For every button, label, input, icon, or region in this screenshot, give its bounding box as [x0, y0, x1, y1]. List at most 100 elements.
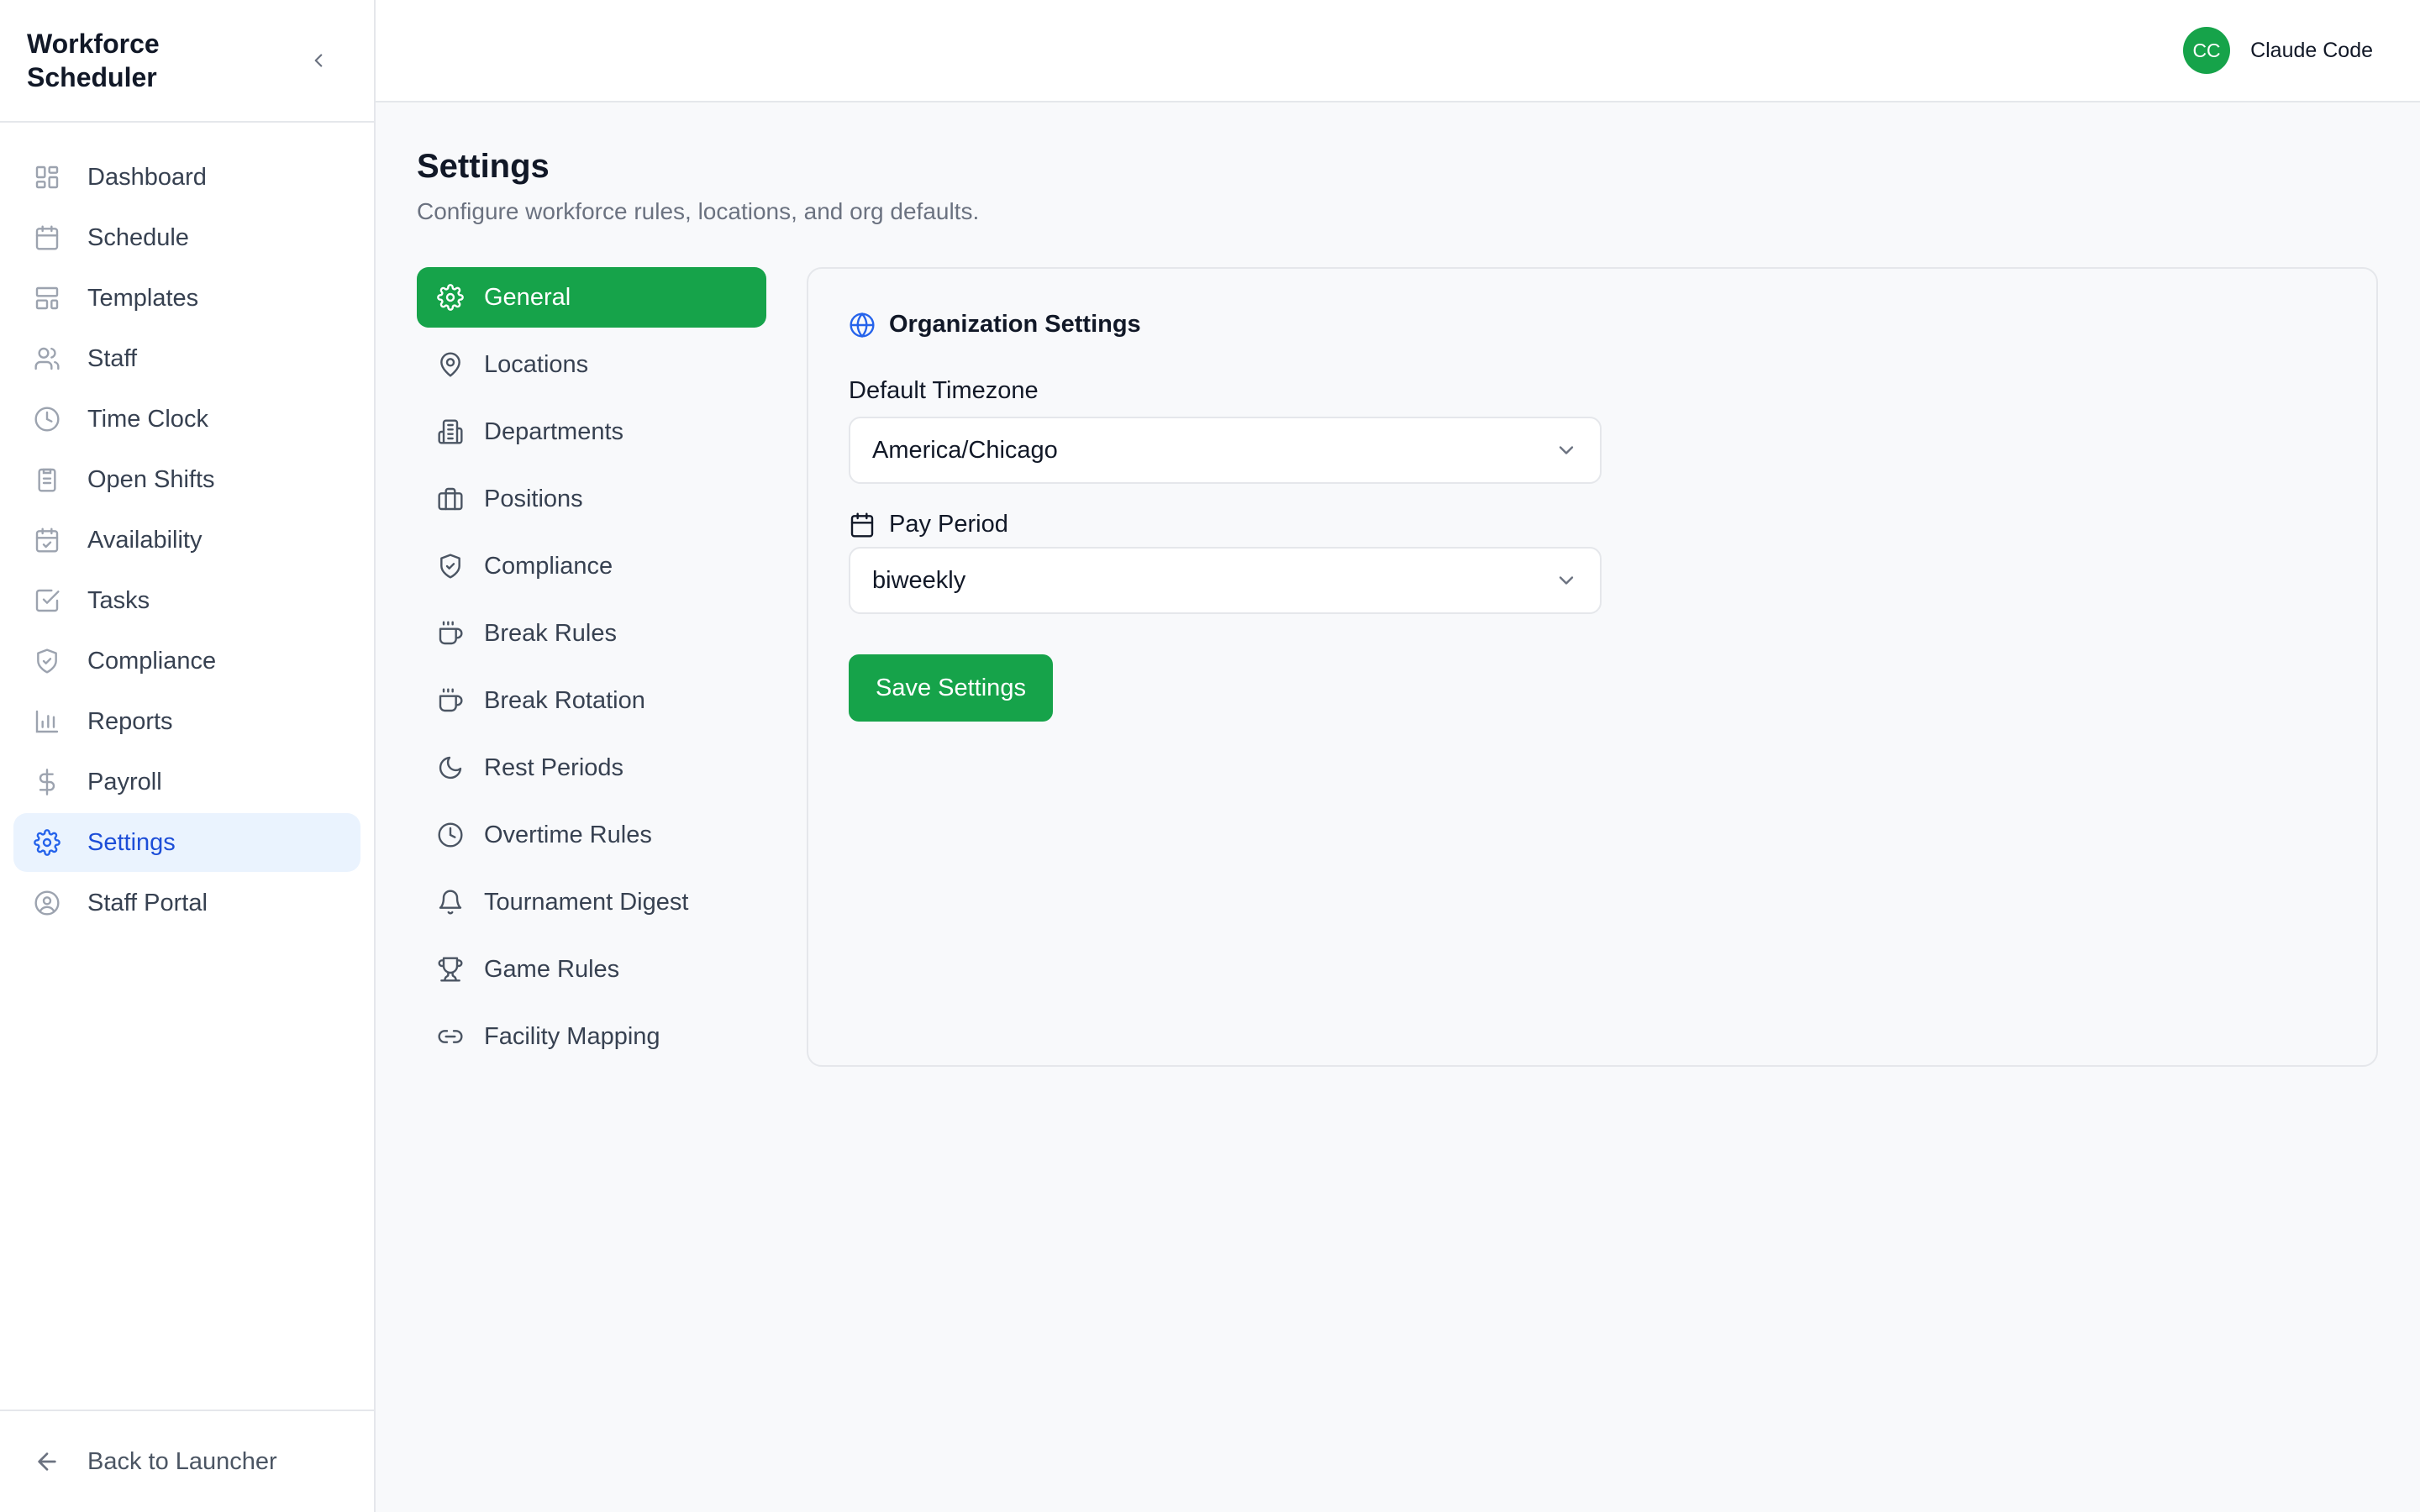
calendar-icon	[850, 512, 874, 538]
sidebar-item-schedule[interactable]: Schedule	[13, 208, 360, 267]
checkbox-icon	[35, 589, 60, 612]
sidebar-item-label: Settings	[87, 828, 176, 856]
sidebar-item-label: Staff	[87, 344, 138, 372]
sidebar-item-label: Compliance	[87, 647, 217, 675]
bar-chart-icon	[35, 710, 59, 733]
settings-tab-rest-periods[interactable]: Rest Periods	[417, 738, 766, 798]
users-icon	[34, 347, 60, 370]
settings-tab-label: Locations	[484, 350, 589, 378]
sidebar-item-time-clock[interactable]: Time Clock	[13, 390, 360, 449]
sidebar-item-payroll[interactable]: Payroll	[13, 753, 360, 811]
chevron-left-icon	[314, 54, 323, 67]
coffee-icon	[439, 688, 463, 712]
timezone-label-text: Default Timezone	[849, 377, 1039, 404]
templates-icon	[35, 286, 59, 310]
card-title: Organization Settings	[889, 311, 1141, 338]
clock-icon	[438, 822, 463, 848]
clipboard-icon	[38, 468, 56, 492]
sidebar-item-label: Payroll	[87, 768, 162, 795]
dollar-icon	[39, 769, 55, 795]
settings-tab-facility-mapping[interactable]: Facility Mapping	[417, 1006, 766, 1067]
settings-tab-label: Departments	[484, 417, 624, 445]
sidebar-item-label: Availability	[87, 526, 203, 554]
briefcase-icon	[438, 487, 463, 511]
settings-tab-label: Rest Periods	[484, 753, 624, 781]
card-header: Organization Settings	[849, 311, 2336, 339]
avatar: CC	[2183, 27, 2231, 74]
settings-tab-break-rules[interactable]: Break Rules	[417, 603, 766, 664]
building-icon	[438, 419, 463, 444]
back-to-launcher-button[interactable]: Back to Launcher	[0, 1410, 374, 1512]
sidebar-item-label: Schedule	[87, 223, 189, 251]
sidebar-item-compliance[interactable]: Compliance	[13, 632, 360, 690]
settings-tab-overtime-rules[interactable]: Overtime Rules	[417, 805, 766, 865]
sidebar-item-settings[interactable]: Settings	[13, 813, 360, 872]
sidebar-item-templates[interactable]: Templates	[13, 269, 360, 328]
sidebar-item-label: Dashboard	[87, 163, 207, 191]
timezone-select[interactable]: America/Chicago	[849, 417, 1602, 484]
settings-tab-label: General	[484, 283, 571, 311]
settings-tab-label: Break Rotation	[484, 686, 645, 714]
back-to-launcher-label: Back to Launcher	[87, 1447, 277, 1475]
sidebar-nav: Dashboard Schedule Templates Staff Time …	[0, 123, 374, 932]
sidebar-item-staff[interactable]: Staff	[13, 329, 360, 388]
gear-icon	[34, 829, 60, 856]
pay-period-label-text: Pay Period	[889, 511, 1008, 538]
main-content: Settings Configure workforce rules, loca…	[417, 143, 2378, 1067]
clock-icon	[34, 407, 60, 432]
sidebar-item-tasks[interactable]: Tasks	[13, 571, 360, 630]
sidebar-item-reports[interactable]: Reports	[13, 692, 360, 751]
settings-tab-departments[interactable]: Departments	[417, 402, 766, 462]
moon-icon	[439, 756, 462, 780]
settings-tab-general[interactable]: General	[417, 267, 766, 328]
shield-icon	[37, 648, 57, 674]
bell-icon	[439, 890, 462, 915]
settings-tab-game-rules[interactable]: Game Rules	[417, 939, 766, 1000]
arrow-left-icon	[38, 1452, 56, 1471]
user-name: Claude Code	[2250, 38, 2373, 62]
save-settings-button[interactable]: Save Settings	[849, 654, 1053, 722]
chevron-down-icon	[1559, 446, 1574, 454]
settings-tab-label: Facility Mapping	[484, 1022, 660, 1050]
settings-tab-break-rotation[interactable]: Break Rotation	[417, 670, 766, 731]
pay-period-label: Pay Period	[849, 511, 2336, 538]
top-bar: CC Claude Code	[376, 0, 2420, 102]
sidebar-item-open-shifts[interactable]: Open Shifts	[13, 450, 360, 509]
dashboard-icon	[35, 165, 59, 189]
settings-tab-locations[interactable]: Locations	[417, 334, 766, 395]
settings-tab-label: Game Rules	[484, 955, 620, 983]
sidebar-item-label: Templates	[87, 284, 199, 312]
sidebar-item-label: Open Shifts	[87, 465, 215, 493]
sidebar-item-availability[interactable]: Availability	[13, 511, 360, 570]
settings-tab-tournament-digest[interactable]: Tournament Digest	[417, 872, 766, 932]
link-icon	[438, 1030, 463, 1043]
settings-tab-positions[interactable]: Positions	[417, 469, 766, 529]
timezone-select-value: America/Chicago	[872, 436, 1058, 464]
collapse-sidebar-button[interactable]	[300, 42, 337, 79]
calendar-check-icon	[35, 528, 59, 553]
settings-tab-compliance[interactable]: Compliance	[417, 536, 766, 596]
calendar-icon	[35, 225, 59, 250]
shield-check-icon	[440, 554, 460, 579]
settings-tab-label: Positions	[484, 485, 583, 512]
app-title: Workforce Scheduler	[27, 29, 160, 92]
sidebar-item-dashboard[interactable]: Dashboard	[13, 148, 360, 207]
map-pin-icon	[440, 352, 460, 377]
sidebar-item-label: Staff Portal	[87, 889, 208, 916]
pay-period-select-value: biweekly	[872, 566, 966, 594]
user-circle-icon	[34, 890, 60, 916]
sidebar-item-staff-portal[interactable]: Staff Portal	[13, 874, 360, 932]
chevron-down-icon	[1559, 576, 1574, 585]
settings-nav: General Locations Departments Positions …	[417, 267, 766, 1074]
user-menu[interactable]: CC Claude Code	[2183, 27, 2373, 74]
page-subtitle: Configure workforce rules, locations, an…	[417, 198, 980, 224]
pay-period-select[interactable]: biweekly	[849, 547, 1602, 614]
settings-tab-label: Compliance	[484, 552, 613, 580]
gear-icon	[437, 284, 464, 311]
sidebar-header: Workforce Scheduler	[0, 0, 374, 123]
organization-settings-card: Organization Settings Default Timezone A…	[807, 267, 2378, 1067]
settings-tab-label: Break Rules	[484, 619, 617, 647]
sidebar-item-label: Tasks	[87, 586, 150, 614]
sidebar-item-label: Time Clock	[87, 405, 208, 433]
sidebar: Workforce Scheduler Dashboard Schedule T…	[0, 0, 376, 1512]
